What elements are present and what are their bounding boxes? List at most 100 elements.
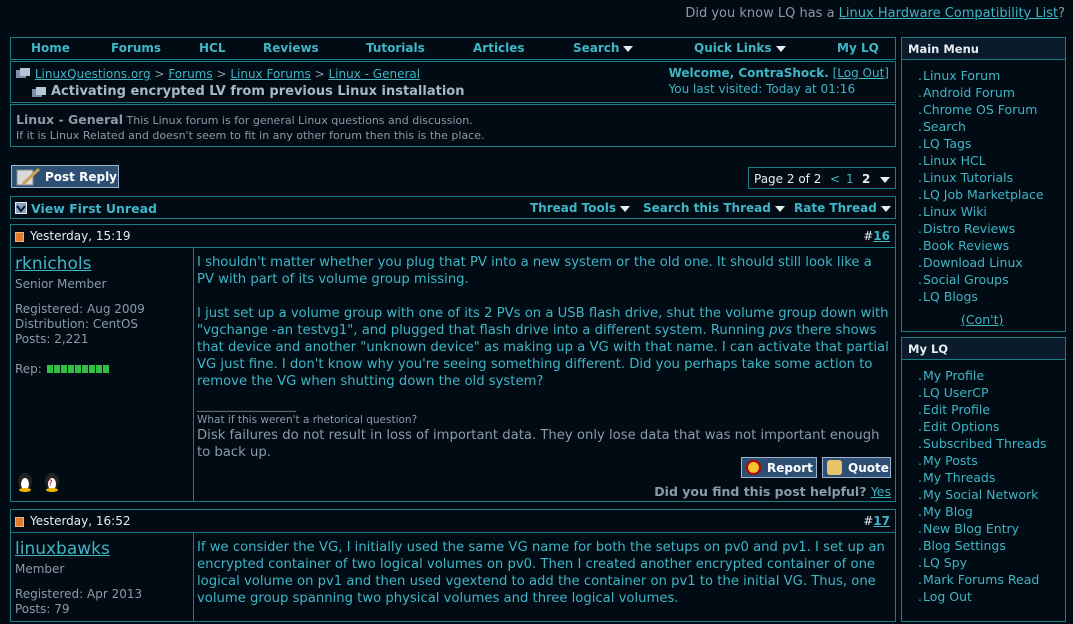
menu-item-lq-blogs[interactable]: LQ Blogs (918, 289, 1044, 306)
post-paragraph: I just set up a volume group with one of… (197, 305, 890, 390)
crumb-linux-forums[interactable]: Linux Forums (230, 67, 310, 81)
post-user-info: linuxbawks Member Registered: Apr 2013 P… (10, 532, 194, 622)
menu-item-search[interactable]: Search (918, 119, 1044, 136)
pagination: Page 2 of 2 < 1 2 (748, 167, 896, 189)
menu-item-edit-options[interactable]: Edit Options (918, 419, 1047, 436)
menu-item-lq-usercp[interactable]: LQ UserCP (918, 385, 1047, 402)
hcl-link[interactable]: Linux Hardware Compatibility List (839, 6, 1058, 21)
first-unread-icon (15, 202, 27, 214)
thread-title: Activating encrypted LV from previous Li… (51, 84, 465, 99)
nav-search[interactable]: Search (573, 41, 634, 55)
post-status-icon (15, 232, 24, 242)
menu-item-lq-job-marketplace[interactable]: LQ Job Marketplace (918, 187, 1044, 204)
thread-icon (32, 87, 46, 97)
hcl-banner: Did you know LQ has a Linux Hardware Com… (685, 6, 1065, 21)
svg-text:?: ? (48, 479, 53, 489)
post-body: I shouldn't matter whether you plug that… (197, 254, 890, 461)
signature-question: What if this weren't a rhetorical questi… (197, 414, 418, 426)
nav-articles[interactable]: Articles (473, 41, 525, 55)
post-number-link[interactable]: 16 (873, 229, 890, 243)
menu-item-distro-reviews[interactable]: Distro Reviews (918, 221, 1044, 238)
chevron-down-icon (880, 205, 891, 212)
my-lq-title: My LQ (902, 338, 1065, 360)
report-label: Report (767, 461, 813, 475)
chevron-down-icon (880, 177, 890, 183)
search-thread-menu[interactable]: Search this Thread (643, 201, 785, 215)
crumb-lq[interactable]: LinuxQuestions.org (35, 67, 151, 81)
menu-item-book-reviews[interactable]: Book Reviews (918, 238, 1044, 255)
report-icon (746, 460, 761, 475)
nav-home[interactable]: Home (31, 41, 70, 55)
menu-item-chrome-os-forum[interactable]: Chrome OS Forum (918, 102, 1044, 119)
signature-divider: __________________ (197, 399, 296, 412)
menu-item-subscribed-threads[interactable]: Subscribed Threads (918, 436, 1047, 453)
crumb-linux-general[interactable]: Linux - General (329, 67, 421, 81)
post-message: I shouldn't matter whether you plug that… (193, 247, 896, 502)
post-number-link[interactable]: 17 (873, 514, 890, 528)
username-link[interactable]: linuxbawks (15, 539, 110, 559)
menu-item-linux-hcl[interactable]: Linux HCL (918, 153, 1044, 170)
menu-item-new-blog-entry[interactable]: New Blog Entry (918, 521, 1047, 538)
nav-quick-links[interactable]: Quick Links (694, 41, 786, 55)
nav-tutorials[interactable]: Tutorials (366, 41, 425, 55)
report-button[interactable]: Report (741, 457, 817, 478)
forum-description-box: Linux - General This Linux forum is for … (10, 104, 896, 147)
post-reply-button[interactable]: Post Reply (11, 165, 119, 188)
view-first-unread-link[interactable]: View First Unread (31, 201, 157, 216)
menu-item-edit-profile[interactable]: Edit Profile (918, 402, 1047, 419)
nav-my-lq[interactable]: My LQ (837, 41, 879, 55)
page-2-current: 2 (862, 172, 871, 186)
post-date: Yesterday, 16:52 (30, 514, 131, 528)
menu-item-social-groups[interactable]: Social Groups (918, 272, 1044, 289)
quote-button[interactable]: Quote (822, 457, 891, 478)
menu-item-mark-forums-read[interactable]: Mark Forums Read (918, 572, 1047, 589)
nav-hcl[interactable]: HCL (199, 41, 226, 55)
thread-tools-label: Thread Tools (530, 201, 616, 215)
menu-item-my-posts[interactable]: My Posts (918, 453, 1047, 470)
welcome-text: Welcome, ContraShock. (668, 66, 829, 80)
prev-page[interactable]: < (830, 172, 840, 186)
forum-desc-line2: If it is Linux Related and doesn't seem … (16, 129, 485, 142)
user-title: Member (15, 562, 65, 576)
logout-link[interactable]: [Log Out] (833, 66, 889, 80)
main-menu-title: Main Menu (902, 38, 1065, 60)
crumb-sep: > (216, 67, 227, 81)
thread-toolbar: View First Unread Thread Tools Search th… (10, 196, 896, 219)
crumb-sep: > (154, 67, 165, 81)
menu-item-lq-tags[interactable]: LQ Tags (918, 136, 1044, 153)
post-command: pvs (769, 323, 793, 338)
welcome-block: Welcome, ContraShock. [Log Out] You last… (669, 66, 889, 96)
menu-item-android-forum[interactable]: Android Forum (918, 85, 1044, 102)
last-visited: You last visited: Today at 01:16 (668, 82, 856, 96)
helpful-yes-link[interactable]: Yes (871, 484, 891, 499)
menu-item-my-blog[interactable]: My Blog (918, 504, 1047, 521)
nav-forums[interactable]: Forums (111, 41, 161, 55)
my-lq-list: My Profile LQ UserCP Edit Profile Edit O… (918, 368, 1047, 606)
menu-item-linux-tutorials[interactable]: Linux Tutorials (918, 170, 1044, 187)
menu-item-lq-spy[interactable]: LQ Spy (918, 555, 1047, 572)
crumb-sep: > (314, 67, 325, 81)
rate-thread-menu[interactable]: Rate Thread (794, 201, 891, 215)
menu-item-my-profile[interactable]: My Profile (918, 368, 1047, 385)
menu-item-my-threads[interactable]: My Threads (918, 470, 1047, 487)
post-header: Yesterday, 15:19 #16 (10, 224, 896, 248)
user-distribution: Distribution: CentOS (15, 317, 138, 331)
menu-item-download-linux[interactable]: Download Linux (918, 255, 1044, 272)
helpful-prompt: Did you find this post helpful? Yes (654, 484, 891, 499)
menu-item-blog-settings[interactable]: Blog Settings (918, 538, 1047, 555)
banner-prefix: Did you know LQ has a (685, 6, 839, 21)
menu-item-log-out[interactable]: Log Out (918, 589, 1047, 606)
search-thread-label: Search this Thread (643, 201, 771, 215)
nav-search-label: Search (573, 41, 620, 55)
username-link[interactable]: rknichols (15, 254, 91, 274)
main-menu-more-link[interactable]: (Con't) (961, 312, 1003, 327)
quote-icon (827, 460, 842, 475)
page-1-link[interactable]: 1 (846, 172, 854, 186)
crumb-forums[interactable]: Forums (168, 67, 212, 81)
menu-item-my-social-network[interactable]: My Social Network (918, 487, 1047, 504)
nav-reviews[interactable]: Reviews (263, 41, 319, 55)
thread-tools-menu[interactable]: Thread Tools (530, 201, 630, 215)
chevron-down-icon (620, 205, 630, 212)
menu-item-linux-wiki[interactable]: Linux Wiki (918, 204, 1044, 221)
menu-item-linux-forum[interactable]: Linux Forum (918, 68, 1044, 85)
